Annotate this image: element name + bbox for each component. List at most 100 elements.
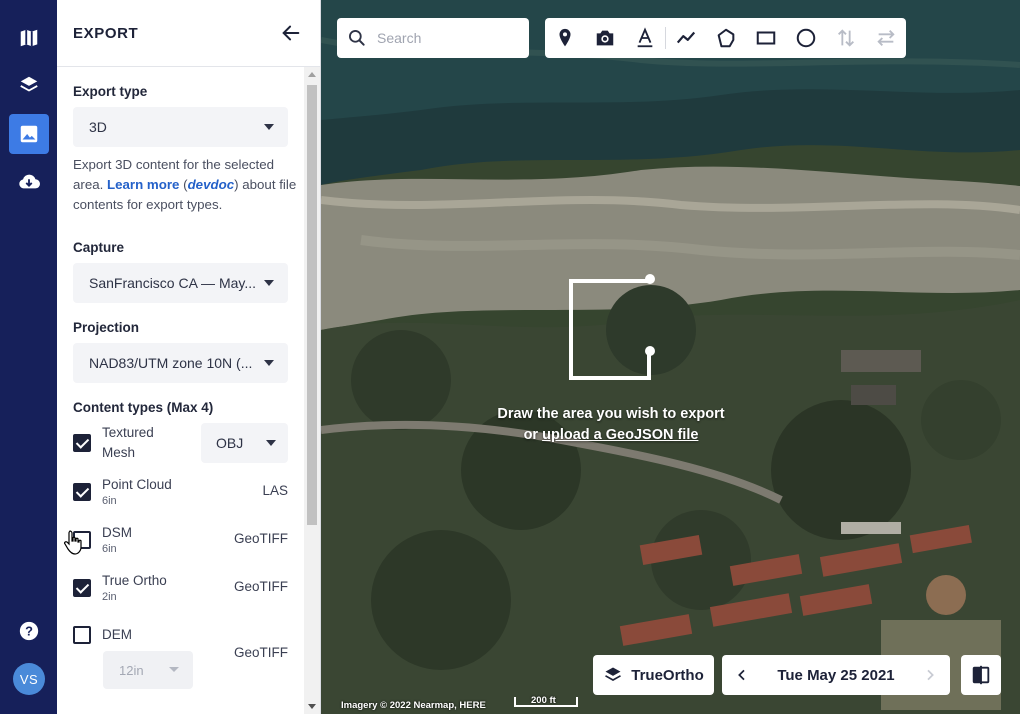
panel-scrollbar[interactable] xyxy=(304,67,320,714)
text-icon xyxy=(637,27,653,48)
textured-mesh-checkbox[interactable] xyxy=(73,434,91,452)
content-type-name: True Ortho xyxy=(102,573,167,588)
format-value: OBJ xyxy=(216,435,244,451)
layer-toggle-button[interactable]: TrueOrtho xyxy=(593,655,714,695)
rectangle-icon xyxy=(756,31,776,45)
hand-cursor-icon xyxy=(64,530,82,555)
scale-label: 200 ft xyxy=(531,695,556,706)
toolbar-divider xyxy=(665,27,666,49)
search-input[interactable]: Search xyxy=(337,18,529,58)
polyline-tool-button[interactable] xyxy=(674,26,698,50)
pin-icon xyxy=(559,28,571,47)
back-arrow-icon[interactable] xyxy=(280,22,302,44)
imagery-attribution: Imagery © 2022 Nearmap, HERE xyxy=(341,700,486,711)
layer-toggle-label: TrueOrtho xyxy=(631,666,704,684)
nav-rail: ? VS xyxy=(0,0,57,714)
projection-select[interactable]: NAD83/UTM zone 10N (... xyxy=(73,343,288,383)
dem-resolution-value: 12in xyxy=(119,662,144,678)
content-type-name: DSM xyxy=(102,525,132,540)
chevron-down-icon xyxy=(266,440,276,446)
point-cloud-checkbox[interactable] xyxy=(73,483,91,501)
draw-instructions: Draw the area you wish to export or uplo… xyxy=(471,404,751,446)
drawing-toolbar xyxy=(545,18,906,58)
export-panel: EXPORT Export type 3D Export 3D content … xyxy=(57,0,321,714)
dem-resolution-select[interactable]: 12in xyxy=(103,651,193,689)
content-type-format: LAS xyxy=(262,483,288,498)
capture-label: Capture xyxy=(73,240,125,255)
draw-handle[interactable] xyxy=(645,274,655,284)
content-type-name: Textured Mesh xyxy=(102,425,154,460)
draw-area-shape xyxy=(569,279,651,380)
capture-select[interactable]: SanFrancisco CA — May... xyxy=(73,263,288,303)
chevron-down-icon xyxy=(264,280,274,286)
svg-text:?: ? xyxy=(25,624,33,639)
export-type-description: Export 3D content for the selected area.… xyxy=(73,157,297,212)
content-type-resolution: 6in xyxy=(102,543,117,555)
capture-value: SanFrancisco CA — May... xyxy=(89,275,257,291)
draw-handle[interactable] xyxy=(645,346,655,356)
layers-icon xyxy=(20,76,38,92)
aerial-imagery xyxy=(321,0,1020,714)
camera-tool-button[interactable] xyxy=(593,26,617,50)
pin-tool-button[interactable] xyxy=(553,26,577,50)
help-button[interactable]: ? xyxy=(9,611,49,651)
avatar[interactable]: VS xyxy=(13,663,45,695)
scroll-thumb[interactable] xyxy=(307,85,317,525)
map-view[interactable]: Search Draw the area you wish to export … xyxy=(321,0,1020,714)
export-type-select[interactable]: 3D xyxy=(73,107,288,147)
horizontal-arrows-icon xyxy=(877,30,895,46)
text-tool-button[interactable] xyxy=(633,26,657,50)
panel-title: EXPORT xyxy=(73,24,139,42)
content-types-label: Content types (Max 4) xyxy=(73,400,214,415)
map-icon xyxy=(20,29,38,47)
polygon-tool-button[interactable] xyxy=(714,26,738,50)
horizontal-arrows-tool-button[interactable] xyxy=(874,26,898,50)
content-type-resolution: 6in xyxy=(102,495,117,507)
chevron-left-icon[interactable] xyxy=(734,667,750,683)
export-nav-button[interactable] xyxy=(9,114,49,154)
content-type-name: DEM xyxy=(102,627,132,642)
devdoc-link[interactable]: devdoc xyxy=(188,177,235,192)
content-type-format: GeoTIFF xyxy=(233,531,288,546)
textured-mesh-format-select[interactable]: OBJ xyxy=(201,423,288,463)
polygon-icon xyxy=(717,28,735,48)
content-type-point-cloud: Point Cloud 6in LAS xyxy=(73,477,288,511)
circle-icon xyxy=(796,28,816,48)
layers-icon xyxy=(605,667,622,681)
projection-value: NAD83/UTM zone 10N (... xyxy=(89,355,253,371)
cloud-download-icon xyxy=(19,174,40,189)
polyline-icon xyxy=(676,31,696,44)
help-icon: ? xyxy=(19,621,39,641)
vertical-arrows-icon xyxy=(838,29,854,47)
chevron-right-icon[interactable] xyxy=(922,667,938,683)
content-type-resolution: 2in xyxy=(102,591,117,603)
draw-instructions-line: Draw the area you wish to export xyxy=(497,406,725,422)
true-ortho-checkbox[interactable] xyxy=(73,579,91,597)
content-type-true-ortho: True Ortho 2in GeoTIFF xyxy=(73,573,288,607)
compare-button[interactable] xyxy=(961,655,1001,695)
camera-icon xyxy=(596,30,614,46)
layers-nav-button[interactable] xyxy=(9,65,49,105)
content-type-textured-mesh: Textured Mesh OBJ xyxy=(73,423,288,465)
split-compare-icon xyxy=(972,665,990,685)
search-icon xyxy=(349,30,365,46)
export-type-label: Export type xyxy=(73,84,148,99)
content-type-format: GeoTIFF xyxy=(233,579,288,594)
capture-date[interactable]: Tue May 25 2021 xyxy=(777,667,894,684)
date-navigator: Tue May 25 2021 xyxy=(722,655,950,695)
chevron-down-icon xyxy=(264,360,274,366)
circle-tool-button[interactable] xyxy=(794,26,818,50)
scroll-down-arrow-icon[interactable] xyxy=(308,704,316,709)
download-nav-button[interactable] xyxy=(9,162,49,202)
image-export-icon xyxy=(20,125,38,143)
learn-more-link[interactable]: Learn more xyxy=(107,177,179,192)
search-placeholder: Search xyxy=(377,30,422,46)
upload-geojson-link[interactable]: upload a GeoJSON file xyxy=(542,427,698,443)
dem-checkbox[interactable] xyxy=(73,626,91,644)
scroll-up-arrow-icon[interactable] xyxy=(308,72,316,77)
map-nav-button[interactable] xyxy=(9,18,49,58)
rectangle-tool-button[interactable] xyxy=(754,26,778,50)
content-type-dsm: DSM 6in GeoTIFF xyxy=(64,525,288,559)
vertical-arrows-tool-button[interactable] xyxy=(834,26,858,50)
chevron-down-icon xyxy=(169,667,179,672)
